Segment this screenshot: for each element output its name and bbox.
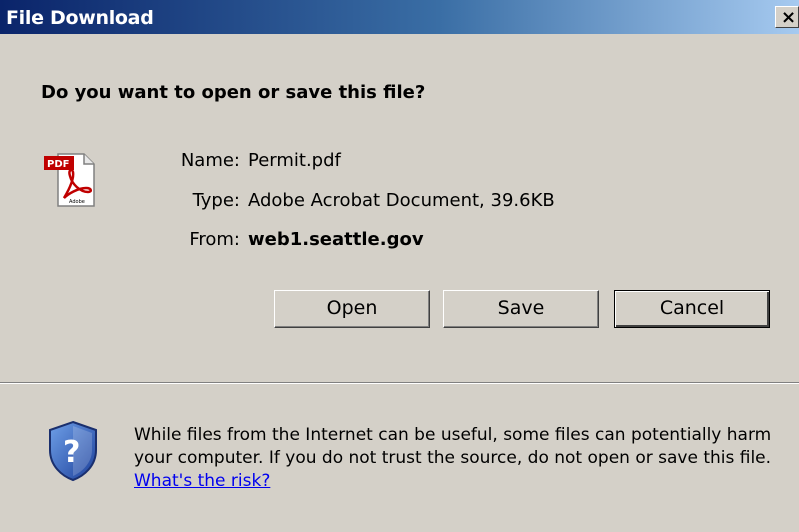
- divider: [0, 382, 799, 384]
- whats-the-risk-link[interactable]: What's the risk?: [134, 471, 270, 491]
- security-warning: While files from the Internet can be use…: [134, 424, 784, 493]
- from-label: From:: [189, 229, 240, 250]
- svg-text:?: ?: [63, 435, 80, 470]
- cancel-button[interactable]: Cancel: [614, 290, 770, 328]
- name-label: Name:: [180, 150, 240, 171]
- window-title: File Download: [6, 7, 154, 29]
- dialog-question: Do you want to open or save this file?: [41, 82, 426, 103]
- warning-text: While files from the Internet can be use…: [134, 425, 772, 468]
- open-button[interactable]: Open: [274, 290, 430, 328]
- file-download-dialog: Do you want to open or save this file? P…: [0, 34, 799, 532]
- svg-text:PDF: PDF: [47, 159, 69, 170]
- type-label: Type:: [192, 190, 240, 211]
- file-type-row: Type: Adobe Acrobat Document, 39.6KB: [193, 190, 555, 211]
- close-icon: ×: [781, 7, 797, 28]
- file-name-value: Permit.pdf: [248, 150, 341, 171]
- file-name-row: Name: Permit.pdf: [181, 150, 341, 171]
- save-button[interactable]: Save: [443, 290, 599, 328]
- shield-question-icon: ?: [49, 420, 97, 482]
- file-source-row: From: web1.seattle.gov: [189, 229, 424, 250]
- title-bar[interactable]: File Download ×: [0, 0, 799, 34]
- close-button[interactable]: ×: [775, 6, 799, 28]
- file-source-value: web1.seattle.gov: [248, 229, 424, 250]
- file-type-value: Adobe Acrobat Document, 39.6KB: [248, 190, 555, 211]
- pdf-file-icon: PDF Adobe: [44, 153, 95, 207]
- svg-text:Adobe: Adobe: [69, 199, 85, 205]
